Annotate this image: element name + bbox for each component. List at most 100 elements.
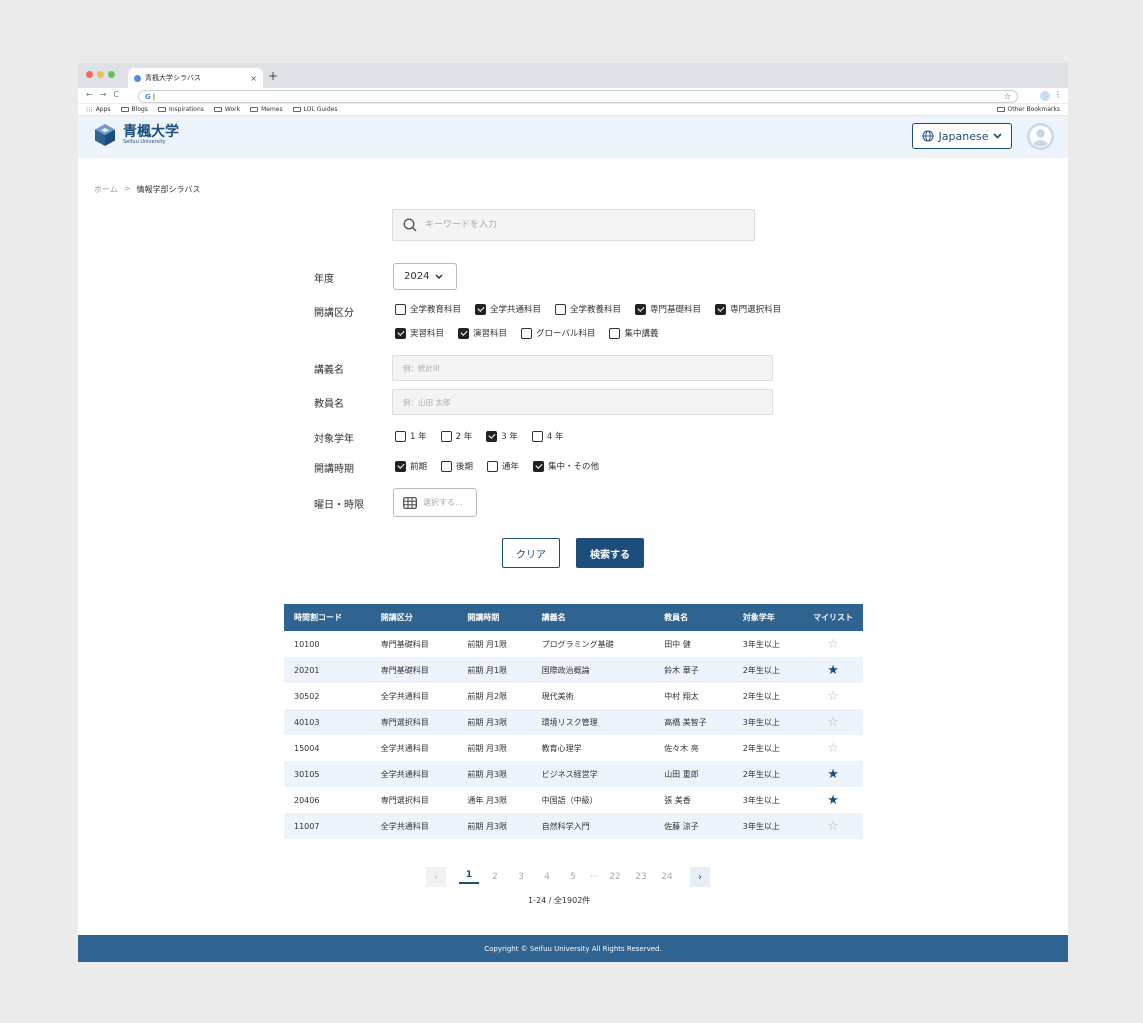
bookmark-inspirations[interactable]: Inspirations [157, 106, 204, 113]
cell-grade: 2年生以上 [742, 665, 780, 675]
other-bookmarks[interactable]: Other Bookmarks [996, 106, 1060, 113]
grade-checkbox[interactable]: 1 年 [395, 430, 427, 442]
grade-checkbox[interactable]: 3 年 [486, 430, 518, 442]
course-input[interactable] [392, 355, 773, 381]
page-number[interactable]: 1 [459, 870, 479, 884]
column-header[interactable]: マイリスト [803, 604, 863, 631]
year-select[interactable]: 2024 [393, 263, 457, 290]
term-checkbox[interactable]: 後期 [441, 460, 473, 472]
cell-name[interactable]: ビジネス経営学 [532, 761, 655, 787]
cell-name[interactable]: プログラミング基礎 [532, 631, 655, 657]
clear-button[interactable]: クリア [502, 538, 560, 568]
table-row[interactable]: 15004 全学共通科目 前期 月3限 教育心理学 佐々木 亮 2年生以上 ☆ [284, 735, 863, 761]
language-select[interactable]: Japanese [912, 123, 1012, 149]
minimize-window-icon[interactable] [97, 71, 104, 78]
bookmark-apps[interactable]: ⁝⁝⁝ Apps [86, 106, 111, 114]
prev-page-icon[interactable]: ‹ [426, 867, 446, 887]
university-logo[interactable]: 青楓大学 Seifuu University [93, 123, 179, 147]
category-checkbox[interactable]: 全学教養科目 [555, 303, 621, 315]
cell-name[interactable]: 教育心理学 [532, 735, 655, 761]
grade-checkbox[interactable]: 4 年 [531, 430, 564, 442]
category-checkbox[interactable]: 専門基礎科目 [635, 303, 701, 315]
cell-teacher: 中村 翔太 [664, 691, 699, 701]
url-input[interactable]: G | ☆ [138, 90, 1018, 103]
breadcrumb-current: 情報学部シラバス [136, 185, 201, 194]
page-number[interactable]: 2 [482, 872, 508, 882]
checkbox-box [533, 460, 545, 472]
star-filled-icon[interactable]: ★ [827, 793, 839, 808]
cell-name[interactable]: 国際政治概論 [532, 657, 655, 683]
cell-name[interactable]: 中国語（中級） [532, 787, 655, 813]
close-window-icon[interactable] [86, 71, 93, 78]
grade-checkbox[interactable]: 2 年 [440, 430, 472, 442]
table-row[interactable]: 40103 専門選択科目 前期 月3限 環境リスク管理 高橋 美智子 3年生以上 ☆ [284, 709, 863, 735]
cell-teacher: 佐々木 亮 [664, 743, 699, 753]
year-value: 2024 [404, 271, 430, 282]
star-outline-icon[interactable]: ☆ [827, 741, 839, 756]
maximize-window-icon[interactable] [108, 71, 115, 78]
term-checkbox[interactable]: 前期 [395, 460, 427, 472]
column-header[interactable]: 対象学年 [733, 604, 803, 631]
new-tab-button[interactable]: + [268, 69, 278, 83]
category-checkbox[interactable]: 全学共通科目 [475, 303, 541, 315]
table-row[interactable]: 20406 専門選択科目 通年 月3限 中国語（中級） 張 美香 3年生以上 ★ [284, 787, 863, 813]
search-button[interactable]: 検索する [576, 538, 644, 568]
column-header[interactable]: 時間割コード [284, 604, 371, 631]
table-row[interactable]: 10100 専門基礎科目 前期 月1限 プログラミング基礎 田中 健 3年生以上 ☆ [284, 631, 863, 657]
page-number[interactable]: 24 [654, 872, 680, 882]
page-number[interactable]: 23 [628, 872, 654, 882]
browser-menu-icon[interactable]: ⋮ [1054, 90, 1062, 99]
category-checkbox[interactable]: 専門選択科目 [715, 303, 781, 315]
column-header[interactable]: 開講区分 [371, 604, 458, 631]
cell-name[interactable]: 現代美術 [532, 683, 655, 709]
reload-icon[interactable]: C [113, 90, 119, 99]
back-icon[interactable]: ← [86, 90, 93, 99]
time-picker[interactable]: 選択する... [393, 488, 477, 517]
cell-term: 前期 月3限 [467, 821, 508, 831]
cell-name[interactable]: 環境リスク管理 [532, 709, 655, 735]
bookmark-work[interactable]: Work [213, 106, 240, 113]
cell-term: 前期 月3限 [467, 717, 508, 727]
term-checkbox[interactable]: 集中・その他 [533, 460, 599, 472]
browser-profile-icon[interactable] [1040, 91, 1050, 101]
page-number[interactable]: 5 [560, 872, 586, 882]
category-checkbox[interactable]: 全学教育科目 [395, 303, 461, 315]
table-row[interactable]: 30105 全学共通科目 前期 月3限 ビジネス経営学 山田 重郎 2年生以上 ★ [284, 761, 863, 787]
table-row[interactable]: 20201 専門基礎科目 前期 月1限 国際政治概論 鈴木 華子 2年生以上 ★ [284, 657, 863, 683]
star-filled-icon[interactable]: ★ [827, 663, 839, 678]
cell-name[interactable]: 自然科学入門 [532, 813, 655, 839]
column-header[interactable]: 講義名 [532, 604, 655, 631]
cell-code: 30502 [294, 691, 320, 701]
table-row[interactable]: 30502 全学共通科目 前期 月2限 現代美術 中村 翔太 2年生以上 ☆ [284, 683, 863, 709]
time-placeholder: 選択する... [423, 498, 463, 507]
search-input[interactable] [425, 220, 725, 230]
page-number[interactable]: 4 [534, 872, 560, 882]
tab-close-icon[interactable]: × [250, 74, 257, 83]
category-checkbox[interactable]: 実習科目 [395, 327, 444, 339]
teacher-input[interactable] [392, 389, 773, 415]
page-number[interactable]: 3 [508, 872, 534, 882]
star-outline-icon[interactable]: ☆ [827, 689, 839, 704]
table-header-row: 時間割コード 開講区分 開講時期 講義名 教員名 対象学年 マイリスト [284, 604, 863, 631]
table-row[interactable]: 11007 全学共通科目 前期 月3限 自然科学入門 佐藤 涼子 3年生以上 ☆ [284, 813, 863, 839]
breadcrumb-home[interactable]: ホーム [94, 184, 118, 195]
bookmark-blogs[interactable]: Blogs [120, 106, 148, 113]
category-checkbox[interactable]: グローバル科目 [521, 327, 595, 339]
bookmark-lol-guides[interactable]: LOL Guides [292, 106, 337, 113]
star-outline-icon[interactable]: ☆ [827, 637, 839, 652]
forward-icon[interactable]: → [100, 90, 107, 99]
star-outline-icon[interactable]: ☆ [827, 819, 839, 834]
column-header[interactable]: 開講時期 [457, 604, 531, 631]
category-checkbox[interactable]: 演習科目 [458, 327, 507, 339]
browser-tab[interactable]: 青楓大学シラバス × [128, 68, 263, 88]
bookmark-star-icon[interactable]: ☆ [1004, 92, 1011, 101]
page-number[interactable]: 22 [602, 872, 628, 882]
star-outline-icon[interactable]: ☆ [827, 715, 839, 730]
next-page-icon[interactable]: › [690, 867, 710, 887]
avatar[interactable] [1027, 123, 1054, 150]
term-checkbox[interactable]: 通年 [487, 460, 519, 472]
category-checkbox[interactable]: 集中講義 [609, 327, 658, 339]
bookmark-memes[interactable]: Memes [250, 106, 283, 113]
column-header[interactable]: 教員名 [654, 604, 733, 631]
star-filled-icon[interactable]: ★ [827, 767, 839, 782]
